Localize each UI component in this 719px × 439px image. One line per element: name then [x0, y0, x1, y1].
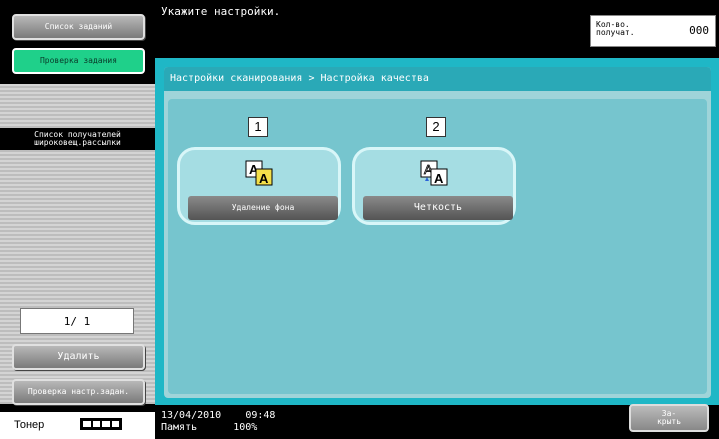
close-button[interactable]: За- крыть: [629, 404, 709, 432]
recipient-count-box: Кол-во. получат. 000: [590, 15, 716, 47]
background-removal-icon: A A: [245, 160, 273, 186]
copier-screen: Список заданий Проверка задания Список п…: [0, 0, 719, 439]
time: 09:48: [245, 410, 276, 421]
footer: 13/04/2010 09:48 Память 100% За- крыть: [155, 404, 719, 439]
sharpness-icon: A A: [420, 160, 448, 186]
settings-panel: Настройки сканирования > Настройка качес…: [164, 67, 711, 398]
delete-button[interactable]: Удалить: [12, 344, 145, 370]
sharpness-button[interactable]: Четкость: [363, 196, 513, 220]
option-number: 2: [426, 117, 446, 137]
toner-label: Тонер: [14, 419, 45, 431]
option-background-removal[interactable]: 1 A A Удаление фона: [177, 117, 341, 225]
options-panel: 1 A A Удаление фона 2 A A Четкость: [168, 99, 707, 394]
toner-status: Тонер: [0, 412, 155, 439]
breadcrumb-bar: Настройки сканирования > Настройка качес…: [164, 67, 711, 91]
memory-label: Память: [161, 422, 198, 433]
job-check-button[interactable]: Проверка задания: [12, 48, 145, 74]
background-removal-button[interactable]: Удаление фона: [188, 196, 338, 220]
page-counter: 1/ 1: [20, 308, 134, 334]
svg-text:A: A: [434, 171, 444, 186]
recipient-count-value: 000: [689, 24, 709, 37]
breadcrumb: Настройки сканирования > Настройка качес…: [170, 73, 429, 84]
status-line: 13/04/2010 09:48 Память 100%: [161, 410, 275, 434]
svg-text:A: A: [259, 171, 269, 186]
option-sharpness[interactable]: 2 A A Четкость: [352, 117, 516, 225]
date: 13/04/2010: [161, 410, 222, 421]
toner-level-indicator: [80, 418, 122, 430]
option-number: 1: [248, 117, 268, 137]
memory-value: 100%: [233, 422, 258, 433]
recipient-list-title: Список получателей широковещ.рассылки: [0, 128, 155, 150]
instruction-message: Укажите настройки.: [161, 5, 281, 18]
header: Укажите настройки. Кол-во. получат. 000: [155, 0, 719, 58]
left-panel: Список заданий Проверка задания Список п…: [0, 0, 155, 439]
job-list-button[interactable]: Список заданий: [12, 14, 145, 40]
recipient-count-label: Кол-во. получат.: [596, 20, 635, 37]
check-settings-button[interactable]: Проверка настр.задан.: [12, 379, 145, 405]
main-area: Настройки сканирования > Настройка качес…: [155, 58, 719, 405]
